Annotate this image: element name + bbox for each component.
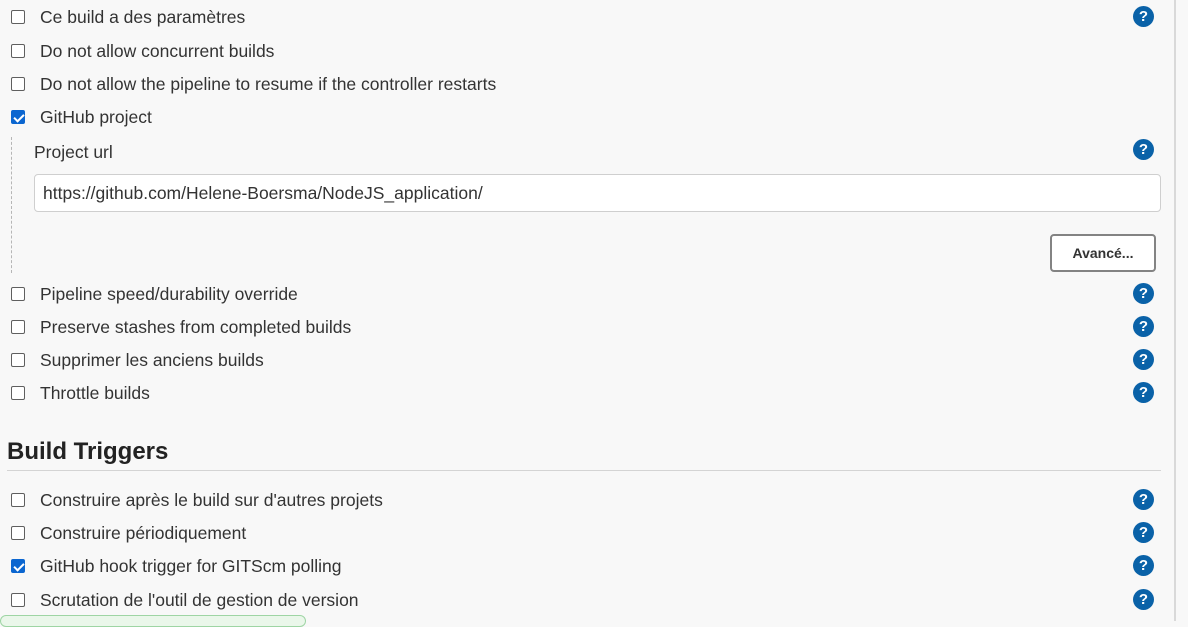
pipeline-durability-label[interactable]: Pipeline speed/durability override bbox=[40, 284, 298, 305]
build-periodically-checkbox[interactable] bbox=[11, 526, 25, 540]
github-hook-checkbox[interactable] bbox=[11, 559, 25, 573]
option-github-project-row[interactable]: GitHub project bbox=[0, 102, 1160, 132]
discard-old-builds-checkbox[interactable] bbox=[11, 353, 25, 367]
trigger-github-hook-row[interactable]: GitHub hook trigger for GITScm polling ? bbox=[0, 551, 1160, 581]
discard-old-builds-label[interactable]: Supprimer les anciens builds bbox=[40, 350, 264, 371]
after-other-projects-checkbox[interactable] bbox=[11, 493, 25, 507]
trigger-scm-polling-row[interactable]: Scrutation de l'outil de gestion de vers… bbox=[0, 585, 1160, 615]
throttle-builds-label[interactable]: Throttle builds bbox=[40, 383, 150, 404]
project-url-input[interactable] bbox=[34, 174, 1161, 212]
trigger-after-other-projects-row[interactable]: Construire après le build sur d'autres p… bbox=[0, 485, 1160, 515]
scm-polling-label[interactable]: Scrutation de l'outil de gestion de vers… bbox=[40, 590, 359, 611]
github-project-label[interactable]: GitHub project bbox=[40, 107, 152, 128]
github-project-settings: Project url ? Avancé... bbox=[11, 137, 1162, 273]
section-divider bbox=[7, 470, 1161, 471]
concurrent-builds-label[interactable]: Do not allow concurrent builds bbox=[40, 41, 274, 62]
throttle-builds-checkbox[interactable] bbox=[11, 386, 25, 400]
option-pipeline-durability-row[interactable]: Pipeline speed/durability override ? bbox=[0, 279, 1160, 309]
help-icon[interactable]: ? bbox=[1133, 589, 1154, 610]
help-icon[interactable]: ? bbox=[1133, 555, 1154, 576]
option-throttle-builds-row[interactable]: Throttle builds ? bbox=[0, 378, 1160, 408]
trigger-periodically-row[interactable]: Construire périodiquement ? bbox=[0, 518, 1160, 548]
after-other-projects-label[interactable]: Construire après le build sur d'autres p… bbox=[40, 490, 383, 511]
help-icon[interactable]: ? bbox=[1133, 382, 1154, 403]
advanced-button[interactable]: Avancé... bbox=[1050, 234, 1156, 272]
build-triggers-heading: Build Triggers bbox=[7, 438, 169, 465]
scm-polling-checkbox[interactable] bbox=[11, 593, 25, 607]
option-parameters-row[interactable]: Ce build a des paramètres ? bbox=[0, 2, 1160, 32]
concurrent-builds-checkbox[interactable] bbox=[11, 44, 25, 58]
scrollbar-track[interactable] bbox=[1174, 0, 1176, 621]
help-icon[interactable]: ? bbox=[1133, 283, 1154, 304]
notification-bar bbox=[0, 615, 306, 627]
option-discard-old-builds-row[interactable]: Supprimer les anciens builds ? bbox=[0, 345, 1160, 375]
project-url-help-icon[interactable]: ? bbox=[1133, 139, 1154, 160]
help-icon[interactable]: ? bbox=[1133, 522, 1154, 543]
project-url-label: Project url bbox=[34, 142, 113, 162]
help-icon[interactable]: ? bbox=[1133, 349, 1154, 370]
github-project-checkbox[interactable] bbox=[11, 110, 25, 124]
help-icon[interactable]: ? bbox=[1133, 316, 1154, 337]
parameters-checkbox[interactable] bbox=[11, 10, 25, 24]
pipeline-resume-label[interactable]: Do not allow the pipeline to resume if t… bbox=[40, 74, 496, 95]
build-periodically-label[interactable]: Construire périodiquement bbox=[40, 523, 246, 544]
help-icon[interactable]: ? bbox=[1133, 489, 1154, 510]
preserve-stashes-checkbox[interactable] bbox=[11, 320, 25, 334]
preserve-stashes-label[interactable]: Preserve stashes from completed builds bbox=[40, 317, 351, 338]
help-icon[interactable]: ? bbox=[1133, 6, 1154, 27]
parameters-label[interactable]: Ce build a des paramètres bbox=[40, 7, 245, 28]
option-preserve-stashes-row[interactable]: Preserve stashes from completed builds ? bbox=[0, 312, 1160, 342]
github-hook-label[interactable]: GitHub hook trigger for GITScm polling bbox=[40, 556, 342, 577]
job-configuration-page: Ce build a des paramètres ? Do not allow… bbox=[0, 0, 1174, 627]
pipeline-durability-checkbox[interactable] bbox=[11, 287, 25, 301]
option-concurrent-builds-row[interactable]: Do not allow concurrent builds bbox=[0, 36, 1160, 66]
pipeline-resume-checkbox[interactable] bbox=[11, 77, 25, 91]
option-pipeline-resume-row[interactable]: Do not allow the pipeline to resume if t… bbox=[0, 69, 1160, 99]
